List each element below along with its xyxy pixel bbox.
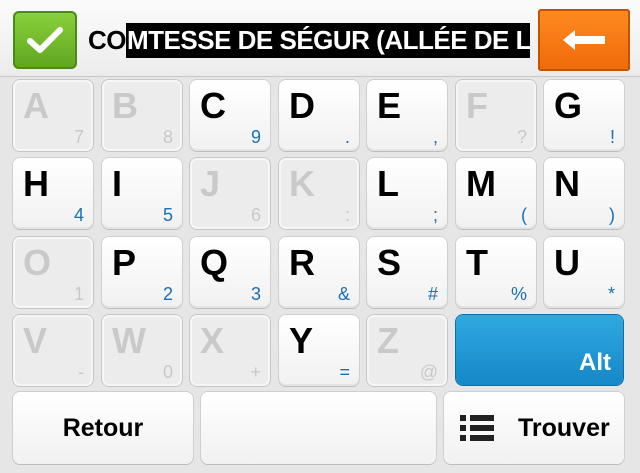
key-s[interactable]: S # (367, 237, 447, 308)
top-bar: CO MTESSE DE SÉGUR (ALLÉE DE LA) (0, 0, 640, 77)
key-secondary-char: . (344, 127, 350, 147)
key-v: V- (13, 315, 93, 386)
key-letter: M (466, 163, 496, 204)
key-letter: X (200, 320, 225, 361)
key-secondary-char: 8 (162, 127, 173, 147)
key-letter: W (112, 320, 146, 361)
key-secondary-char: @ (419, 362, 438, 382)
key-letter: Q (200, 242, 229, 283)
key-letter: P (112, 242, 137, 283)
backspace-button[interactable] (538, 9, 630, 71)
checkmark-icon (27, 27, 63, 53)
key-z: Z @ (367, 315, 447, 386)
key-letter: C (200, 85, 226, 126)
key-secondary-char: * (607, 284, 615, 304)
arrow-left-icon (563, 30, 605, 50)
key-letter: R (289, 242, 315, 283)
key-secondary-char: 0 (162, 362, 173, 382)
key-q[interactable]: Q3 (190, 237, 270, 308)
key-u[interactable]: U * (544, 237, 624, 308)
key-secondary-char: 2 (162, 284, 173, 304)
key-b: B8 (102, 80, 182, 151)
key-secondary-char: - (78, 362, 84, 382)
key-h[interactable]: H4 (13, 158, 93, 229)
key-secondary-char: ! (609, 127, 615, 147)
key-letter: N (554, 163, 580, 204)
key-secondary-char: & (337, 284, 350, 304)
key-letter: Z (377, 320, 399, 361)
key-j: J6 (190, 158, 270, 229)
key-g[interactable]: G! (544, 80, 624, 151)
space-key[interactable] (201, 392, 436, 464)
key-letter: A (23, 85, 49, 126)
key-f: F? (456, 80, 536, 151)
key-x: X + (190, 315, 270, 386)
key-secondary-char: 7 (73, 127, 84, 147)
list-icon (460, 414, 494, 442)
search-input[interactable]: CO MTESSE DE SÉGUR (ALLÉE DE LA) (84, 14, 530, 66)
key-c[interactable]: C9 (190, 80, 270, 151)
key-letter: T (466, 242, 488, 283)
key-k: K: (279, 158, 359, 229)
key-secondary-char: ( (521, 205, 527, 225)
key-a: A7 (13, 80, 93, 151)
back-button[interactable]: Retour (13, 392, 193, 464)
key-secondary-char: 4 (73, 205, 84, 225)
key-p[interactable]: P2 (102, 237, 182, 308)
key-secondary-char: 9 (250, 127, 261, 147)
key-r[interactable]: R & (279, 237, 359, 308)
key-letter: J (200, 163, 221, 204)
back-button-label: Retour (62, 413, 144, 442)
key-m[interactable]: M( (456, 158, 536, 229)
alt-key[interactable]: Alt (456, 315, 623, 385)
key-letter: H (23, 163, 49, 204)
key-letter: F (466, 85, 488, 126)
key-letter: I (112, 163, 123, 204)
key-d[interactable]: D. (279, 80, 359, 151)
key-letter: S (377, 242, 402, 283)
key-w: W0 (102, 315, 182, 386)
key-n[interactable]: N) (544, 158, 624, 229)
key-secondary-char: % (510, 284, 527, 304)
alt-key-label: Alt (579, 349, 611, 376)
key-secondary-char: + (250, 362, 261, 382)
find-button-label: Trouver (518, 413, 610, 442)
key-letter: D (289, 85, 315, 126)
typed-text: CO (88, 24, 127, 55)
key-secondary-char: = (339, 362, 350, 382)
key-secondary-char: , (432, 127, 438, 147)
find-button[interactable]: Trouver (444, 392, 624, 464)
key-l[interactable]: L; (367, 158, 447, 229)
key-letter: O (23, 242, 52, 283)
key-y[interactable]: Y = (279, 315, 359, 386)
key-letter: G (554, 85, 583, 126)
key-letter: Y (289, 320, 314, 361)
key-secondary-char: 3 (250, 284, 261, 304)
key-letter: B (112, 85, 138, 126)
key-letter: K (289, 163, 315, 204)
autocomplete-suggestion: MTESSE DE SÉGUR (ALLÉE DE LA) (126, 22, 530, 58)
key-t[interactable]: T% (456, 237, 536, 308)
key-letter: L (377, 163, 399, 204)
key-letter: E (377, 85, 402, 126)
key-i[interactable]: I5 (102, 158, 182, 229)
key-secondary-char: ) (609, 205, 615, 225)
key-secondary-char: 1 (73, 284, 84, 304)
confirm-button[interactable] (13, 11, 77, 69)
key-letter: U (554, 242, 580, 283)
key-secondary-char: 6 (250, 205, 261, 225)
key-secondary-char: ? (516, 127, 527, 147)
key-letter: V (23, 320, 48, 361)
key-e[interactable]: E, (367, 80, 447, 151)
key-secondary-char: : (344, 205, 350, 225)
key-o: O1 (13, 237, 93, 308)
key-secondary-char: # (427, 284, 438, 304)
key-secondary-char: ; (432, 205, 438, 225)
key-secondary-char: 5 (162, 205, 173, 225)
